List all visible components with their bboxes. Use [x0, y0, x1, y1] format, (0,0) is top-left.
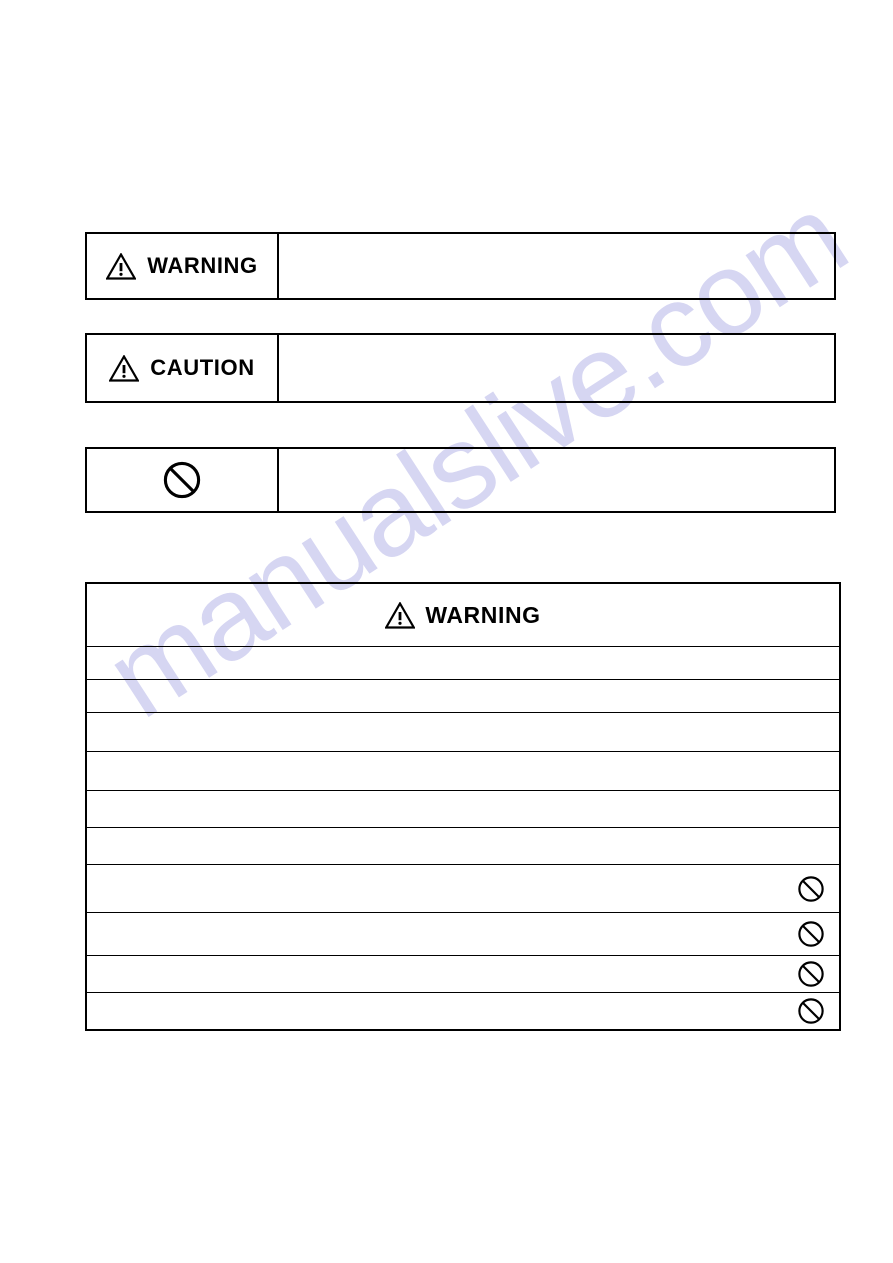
- warning-row-cell-7: [86, 864, 840, 913]
- legend-label-cell-warning: WARNING: [87, 234, 279, 298]
- legend-description-caution: [279, 335, 834, 401]
- prohibition-icon: [797, 875, 825, 903]
- warning-table-header-label: WARNING: [425, 601, 541, 628]
- warning-row-cell-9: [86, 955, 840, 993]
- table-row: [86, 712, 840, 752]
- legend-label-cell-caution: CAUTION: [87, 335, 279, 401]
- table-row: [86, 646, 840, 680]
- legend-description-warning: [279, 234, 834, 298]
- table-row: [86, 790, 840, 828]
- legend-label-cell-prohibition: [87, 449, 279, 511]
- table-row: [86, 955, 840, 993]
- warning-table-header-cell: WARNING: [86, 583, 840, 647]
- table-row: [86, 827, 840, 865]
- prohibition-icon: [162, 460, 202, 500]
- prohibition-icon: [797, 920, 825, 948]
- warning-row-cell-5: [86, 790, 840, 828]
- document-page: WARNING CAUTION WARNING: [0, 0, 893, 1263]
- warning-row-cell-2: [86, 679, 840, 713]
- legend-box-prohibition: [85, 447, 836, 513]
- prohibition-icon: [797, 960, 825, 988]
- warning-triangle-icon: [109, 354, 140, 382]
- warning-row-cell-4: [86, 751, 840, 791]
- table-row: [86, 992, 840, 1030]
- legend-label-warning: WARNING: [147, 253, 258, 278]
- warning-table-header-row: WARNING: [86, 583, 840, 647]
- warning-row-cell-3: [86, 712, 840, 752]
- warning-notice-table: WARNING: [85, 582, 841, 1031]
- legend-label-caution: CAUTION: [150, 355, 255, 380]
- warning-row-cell-8: [86, 912, 840, 956]
- warning-row-cell-1: [86, 646, 840, 680]
- prohibition-icon: [797, 997, 825, 1025]
- table-row: [86, 751, 840, 791]
- table-row: [86, 864, 840, 913]
- legend-box-caution: CAUTION: [85, 333, 836, 403]
- warning-triangle-icon: [106, 252, 137, 280]
- warning-row-cell-6: [86, 827, 840, 865]
- warning-triangle-icon: [385, 601, 416, 629]
- warning-row-cell-10: [86, 992, 840, 1030]
- table-row: [86, 679, 840, 713]
- legend-box-warning: WARNING: [85, 232, 836, 300]
- legend-description-prohibition: [279, 449, 834, 511]
- table-row: [86, 912, 840, 956]
